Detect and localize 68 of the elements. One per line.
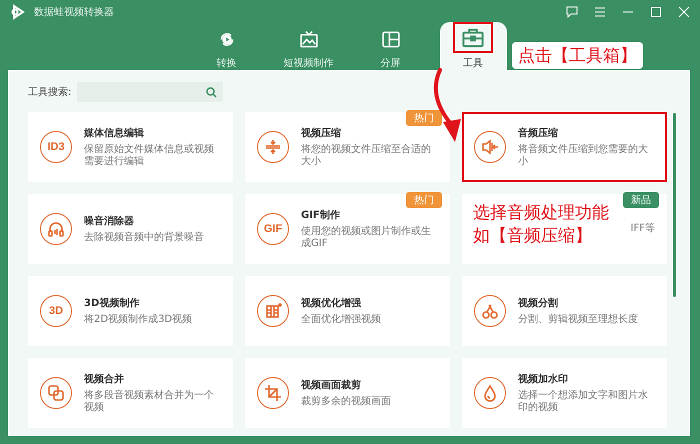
menu-icon[interactable] [594, 6, 606, 18]
tool-title: 视频加水印 [518, 372, 569, 386]
tool-card[interactable]: 热门 GIF GIF制作 使用您的视频或图片制作或生成GIF [245, 194, 450, 264]
film-icon [264, 302, 282, 320]
tool-description: 将音频文件压缩到您需要的大小 [518, 144, 649, 168]
crop-icon [264, 384, 282, 402]
speaker-icon [481, 138, 499, 156]
search-icon[interactable] [206, 86, 218, 98]
annotation-label: 点击【工具箱】 [512, 42, 643, 69]
tool-title: 媒体信息编辑 [84, 126, 145, 140]
chat-icon[interactable] [566, 6, 578, 18]
tool-description: 将多段音视频素材合并为一个视频 [84, 390, 215, 414]
tool-title: 视频优化增强 [301, 296, 362, 310]
tool-title: 视频分割 [518, 296, 559, 310]
tool-badge: 热门 [406, 192, 442, 208]
tool-card[interactable]: 视频加水印 选择一个想添加文字和图片水印的视频 [462, 358, 667, 428]
play-circle-icon [220, 33, 233, 46]
tool-description: IFF等 [630, 222, 655, 236]
tool-card[interactable]: 噪音消除器 去除视频音频中的背景噪音 [28, 194, 233, 264]
window-title: 数据蛙视频转换器 [34, 6, 115, 19]
tool-icon: GIF [257, 213, 289, 245]
tool-card[interactable]: 视频合并 将多段音视频素材合并为一个视频 [28, 358, 233, 428]
tab[interactable]: 工具 [440, 22, 506, 70]
tool-description: 分割、剪辑视频至理想长度 [518, 314, 638, 326]
overlapping-squares-icon [47, 384, 65, 402]
tool-title: 噪音消除器 [84, 214, 135, 228]
tool-description: 使用您的视频或图片制作或生成GIF [301, 226, 432, 250]
tool-title: 视频合并 [84, 372, 125, 386]
tv-icon [300, 30, 318, 48]
tool-card[interactable]: 视频分割 分割、剪辑视频至理想长度 [462, 276, 667, 346]
annotation-text: 选择音频处理功能 [473, 202, 609, 225]
drop-icon [481, 384, 499, 402]
tab[interactable]: 短视频制作 [268, 26, 348, 70]
headphones-icon [47, 220, 65, 238]
tool-card[interactable]: 热门 视频压缩 将您的视频文件压缩至合适的大小 [245, 112, 450, 182]
tool-card[interactable]: 3D 3D视频制作 将2D视频制作成3D视频 [28, 276, 233, 346]
tool-title: 视频画面裁剪 [301, 378, 362, 392]
tool-icon: 3D [40, 295, 72, 327]
scrollbar[interactable] [673, 113, 676, 297]
app-logo-icon [10, 4, 26, 20]
tool-card[interactable]: 视频画面裁剪 裁剪多余的视频画面 [245, 358, 450, 428]
tool-card[interactable]: ID3 媒体信息编辑 保留原始文件媒体信息或视频需要进行编辑 [28, 112, 233, 182]
toolbox-icon [462, 28, 484, 48]
tool-card[interactable]: 视频优化增强 全面优化增强视频 [245, 276, 450, 346]
search-label: 工具搜索: [28, 86, 72, 99]
tool-description: 选择一个想添加文字和图片水印的视频 [518, 390, 649, 414]
tool-badge: 热门 [406, 110, 442, 126]
tool-title: 视频压缩 [301, 126, 342, 140]
tool-title: 音频压缩 [518, 126, 559, 140]
tool-description: 裁剪多余的视频画面 [301, 396, 391, 408]
tool-badge: 新品 [623, 192, 659, 208]
search-field[interactable] [77, 82, 224, 102]
annotation-text: 如【音频压缩】 [473, 224, 593, 248]
tool-title: GIF制作 [301, 208, 341, 222]
compress-icon [264, 138, 282, 156]
scissors-icon [481, 302, 499, 320]
tool-description: 全面优化增强视频 [301, 314, 381, 326]
tool-icon: ID3 [40, 131, 72, 163]
layout-icon [382, 32, 400, 48]
close-icon[interactable] [678, 6, 690, 18]
tool-description: 去除视频音频中的背景噪音 [84, 232, 204, 244]
maximize-icon[interactable] [650, 6, 662, 18]
tool-description: 将您的视频文件压缩至合适的大小 [301, 144, 432, 168]
tab[interactable]: 转换 [186, 26, 266, 70]
tool-card[interactable]: 音频压缩 将音频文件压缩到您需要的大小 [462, 112, 667, 182]
tool-title: 3D视频制作 [84, 296, 140, 310]
tool-description: 将2D视频制作成3D视频 [84, 314, 192, 326]
tool-description: 保留原始文件媒体信息或视频需要进行编辑 [84, 144, 215, 168]
